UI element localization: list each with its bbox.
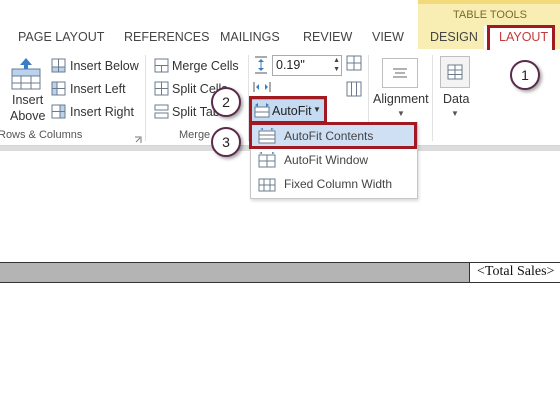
row-height-icon [253, 56, 269, 79]
callout-1: 1 [510, 60, 540, 90]
row-height-value: 0.19" [276, 58, 305, 72]
split-cells-icon[interactable] [154, 81, 169, 101]
split-table-icon[interactable] [154, 104, 169, 124]
rows-columns-group-label: Rows & Columns [0, 129, 83, 141]
group-separator [432, 55, 433, 141]
table-tools-accent [418, 0, 560, 4]
merge-cells-button[interactable]: Merge Cells [172, 59, 239, 73]
data-button[interactable]: Data [443, 92, 469, 106]
spin-arrows-icon[interactable]: ▲ ▼ [333, 56, 340, 74]
insert-above-label-1[interactable]: Insert [12, 93, 43, 107]
tab-references[interactable]: REFERENCES [124, 30, 209, 44]
distribute-columns-icon[interactable] [346, 81, 362, 102]
insert-right-button[interactable]: Insert Right [70, 105, 134, 119]
callout-2: 2 [211, 87, 241, 117]
distribute-rows-icon[interactable] [346, 55, 362, 76]
group-separator [145, 55, 146, 141]
tab-mailings[interactable]: MAILINGS [220, 30, 280, 44]
insert-above-label-2[interactable]: Above [10, 109, 45, 123]
autofit-contents-highlight [249, 122, 417, 149]
insert-below-button[interactable]: Insert Below [70, 59, 139, 73]
tab-view[interactable]: VIEW [372, 30, 404, 44]
callout-3: 3 [211, 127, 241, 157]
alignment-button[interactable]: Alignment [373, 92, 429, 106]
insert-above-icon[interactable] [10, 57, 42, 96]
data-icon[interactable] [440, 56, 470, 88]
menu-item-label: AutoFit Window [284, 153, 369, 167]
fixed-column-width-icon [258, 176, 276, 195]
tab-review[interactable]: REVIEW [303, 30, 352, 44]
row-height-field[interactable]: 0.19" ▲ ▼ [272, 55, 342, 76]
menu-item-label: Fixed Column Width [284, 177, 393, 191]
tab-design[interactable]: DESIGN [430, 30, 478, 44]
menu-item-fixed-column-width[interactable]: Fixed Column Width [251, 173, 417, 195]
table-tools-title: TABLE TOOLS [453, 9, 527, 21]
autofit-window-icon [258, 152, 276, 171]
chevron-down-icon: ▼ [397, 109, 405, 118]
menu-item-autofit-window[interactable]: AutoFit Window [251, 149, 417, 171]
merge-cells-icon[interactable] [154, 58, 169, 78]
insert-below-icon[interactable] [51, 58, 66, 78]
chevron-down-icon: ▼ [451, 109, 459, 118]
insert-left-icon[interactable] [51, 81, 66, 101]
table-cell-text: <Total Sales> [477, 264, 555, 279]
tab-page-layout[interactable]: PAGE LAYOUT [18, 30, 104, 44]
table-cell[interactable]: <Total Sales> [469, 262, 560, 283]
insert-right-icon[interactable] [51, 104, 66, 124]
merge-group-label: Merge [179, 129, 211, 141]
autofit-highlight [249, 96, 327, 124]
insert-left-button[interactable]: Insert Left [70, 82, 126, 96]
alignment-icon[interactable] [382, 58, 418, 88]
